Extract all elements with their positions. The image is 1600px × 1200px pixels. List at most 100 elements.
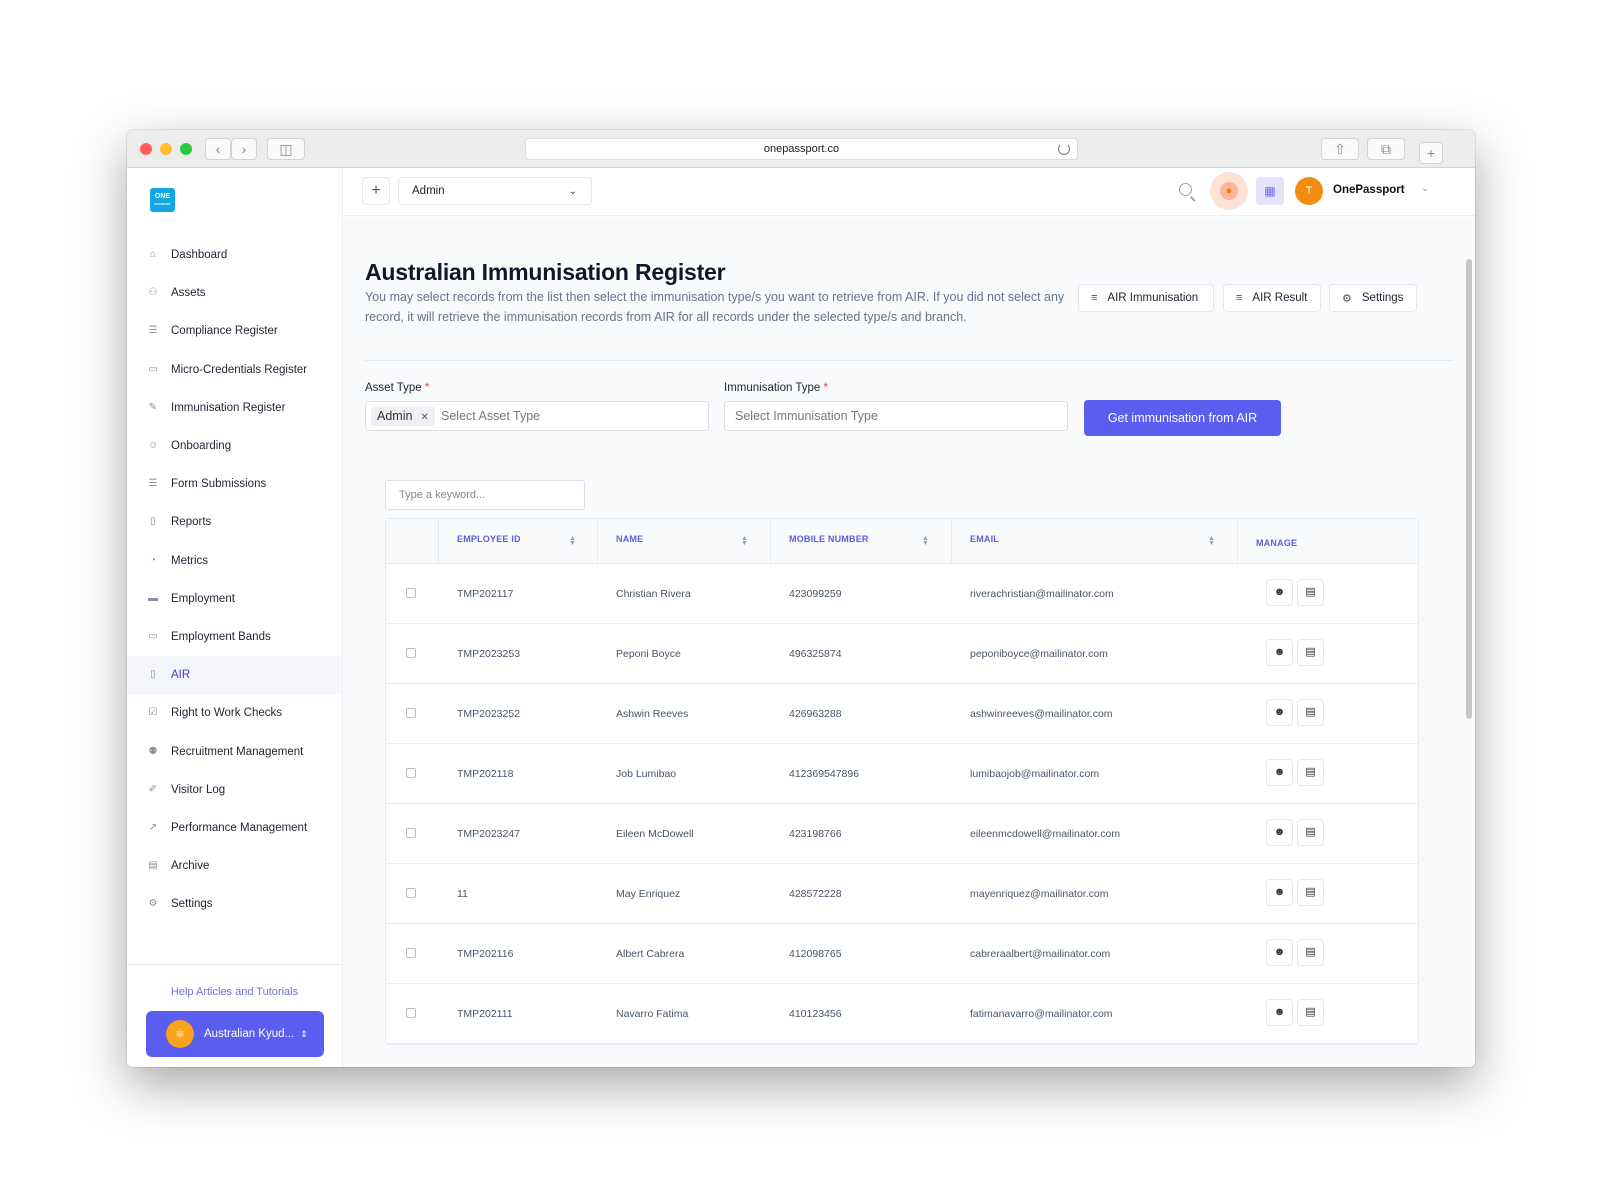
col-mobile-number[interactable]: MOBILE NUMBER <box>789 519 869 564</box>
row-checkbox[interactable] <box>406 648 416 658</box>
sidebar-item-dashboard[interactable]: ⌂ Dashboard <box>127 236 342 274</box>
view-profile-icon[interactable]: ☻ <box>1266 819 1293 846</box>
tabs-icon[interactable]: ⧉ <box>1367 138 1405 160</box>
row-checkbox[interactable] <box>406 948 416 958</box>
row-checkbox[interactable] <box>406 768 416 778</box>
back-button[interactable]: ‹ <box>205 138 231 160</box>
add-button[interactable]: + <box>362 177 390 205</box>
sidebar-item-right-to-work-checks[interactable]: ☑ Right to Work Checks <box>127 694 342 732</box>
minimize-window-button[interactable] <box>160 143 172 155</box>
row-checkbox[interactable] <box>406 828 416 838</box>
col-name[interactable]: NAME <box>616 519 643 564</box>
share-icon[interactable]: ⇧ <box>1321 138 1359 160</box>
sidebar-item-archive[interactable]: ▤ Archive <box>127 847 342 885</box>
new-tab-icon[interactable]: + <box>1419 142 1443 164</box>
document-icon[interactable]: ▤ <box>1297 819 1324 846</box>
sidebar-item-metrics[interactable]: ◔ Metrics <box>127 542 342 580</box>
name-cell: Job Lumibao <box>616 768 677 780</box>
search-icon[interactable] <box>1179 183 1192 196</box>
col-email[interactable]: EMAIL <box>970 519 999 564</box>
remove-chip-icon[interactable]: ✕ <box>420 412 428 423</box>
sidebar-item-label: Onboarding <box>171 440 232 453</box>
organisation-switcher[interactable]: ⚛ Australian Kyud... ⇕ <box>146 1011 324 1057</box>
table-row[interactable]: TMP2023253 Peponi Boyce 496325874 peponiboy… <box>386 624 1418 684</box>
view-profile-icon[interactable]: ☻ <box>1266 759 1293 786</box>
settings-label: Settings <box>1361 292 1404 304</box>
table-row[interactable]: TMP2023247 Eileen McDowell 423198766 eileen… <box>386 804 1418 864</box>
apps-grid-icon[interactable]: ▦ <box>1256 177 1284 205</box>
row-checkbox[interactable] <box>406 1008 416 1018</box>
sidebar-item-air[interactable]: ▯ AIR <box>127 656 342 695</box>
maximize-window-button[interactable] <box>180 143 192 155</box>
table-row[interactable]: TMP202118 Job Lumibao 412369547896 lumibaoj… <box>386 744 1418 804</box>
onepassport-logo[interactable]: ONE PASSPORT <box>150 188 175 212</box>
sort-icon[interactable]: ▲ ▼ <box>922 535 929 547</box>
sidebar-item-reports[interactable]: ▯ Reports <box>127 503 342 541</box>
row-checkbox[interactable] <box>406 708 416 718</box>
view-profile-icon[interactable]: ☻ <box>1266 699 1293 726</box>
view-profile-icon[interactable]: ☻ <box>1266 999 1293 1026</box>
page-scrollbar[interactable] <box>1466 259 1472 719</box>
sidebar-item-employment-bands[interactable]: ▭ Employment Bands <box>127 618 342 656</box>
row-checkbox[interactable] <box>406 888 416 898</box>
chevron-down-icon[interactable]: ⌄ <box>1421 183 1429 194</box>
view-profile-icon[interactable]: ☻ <box>1266 879 1293 906</box>
table-row[interactable]: TMP202117 Christian Rivera 423099259 rivera… <box>386 564 1418 624</box>
air-result-button[interactable]: ≡ AIR Result <box>1223 284 1321 312</box>
document-icon[interactable]: ▤ <box>1297 579 1324 606</box>
sidebar-item-onboarding[interactable]: ☺ Onboarding <box>127 427 342 465</box>
settings-button[interactable]: ⚙ Settings <box>1329 284 1417 312</box>
view-profile-icon[interactable]: ☻ <box>1266 639 1293 666</box>
sidebar-item-assets[interactable]: ⚇ Assets <box>127 274 342 312</box>
sidebar-item-label: Form Submissions <box>171 478 267 491</box>
sidebar-item-immunisation-register[interactable]: ✎ Immunisation Register <box>127 389 342 427</box>
table-row[interactable]: TMP202116 Albert Cabrera 412098765 cabreraa… <box>386 924 1418 984</box>
asset-type-select[interactable]: Admin ✕ Select Asset Type <box>365 401 709 431</box>
immunisation-type-select[interactable]: Select Immunisation Type <box>724 401 1068 431</box>
reload-icon[interactable] <box>1058 143 1070 155</box>
document-icon[interactable]: ▤ <box>1297 699 1324 726</box>
sidebar-item-label: Employment Bands <box>171 630 271 643</box>
address-bar[interactable]: onepassport.co <box>525 138 1078 160</box>
table-row[interactable]: 11 May Enriquez 428572228 mayenriquez@maili… <box>386 864 1418 924</box>
document-icon[interactable]: ▤ <box>1297 999 1324 1026</box>
air-immunisation-button[interactable]: ≡ AIR Immunisation <box>1078 284 1214 312</box>
sidebar-item-recruitment-management[interactable]: ⚉ Recruitment Management <box>127 732 342 770</box>
forward-button[interactable]: › <box>231 138 257 160</box>
sidebar-toggle-icon[interactable]: ◫ <box>267 138 305 160</box>
view-profile-icon[interactable]: ☻ <box>1266 939 1293 966</box>
sort-icon[interactable]: ▲ ▼ <box>1208 535 1215 547</box>
table-row[interactable]: TMP2023252 Ashwin Reeves 426963288 ashwinre… <box>386 684 1418 744</box>
email-cell: riverachristian@mailinator.com <box>970 588 1114 600</box>
sidebar-item-label: Archive <box>171 860 210 873</box>
chevron-updown-icon: ⇕ <box>300 1028 308 1039</box>
sidebar-item-visitor-log[interactable]: ✐ Visitor Log <box>127 771 342 809</box>
organisation-name: Australian Kyud... <box>204 1028 295 1040</box>
sidebar-item-form-submissions[interactable]: ☰ Form Submissions <box>127 465 342 503</box>
document-icon[interactable]: ▤ <box>1297 639 1324 666</box>
document-icon[interactable]: ▤ <box>1297 879 1324 906</box>
notifications-button[interactable]: ● <box>1210 172 1248 210</box>
sort-icon[interactable]: ▲ ▼ <box>741 535 748 547</box>
close-window-button[interactable] <box>140 143 152 155</box>
row-checkbox[interactable] <box>406 588 416 598</box>
sidebar-item-compliance-register[interactable]: ☰ Compliance Register <box>127 312 342 350</box>
table-row[interactable]: TMP202111 Navarro Fatima 410123456 fatimana… <box>386 984 1418 1044</box>
view-profile-icon[interactable]: ☻ <box>1266 579 1293 606</box>
col-employee-id[interactable]: EMPLOYEE ID <box>457 519 521 564</box>
keyword-search-input[interactable]: Type a keyword... <box>385 480 585 510</box>
role-selector[interactable]: Admin ⌄ <box>398 177 592 205</box>
chip-label: Admin <box>377 409 413 423</box>
document-icon[interactable]: ▤ <box>1297 939 1324 966</box>
document-icon[interactable]: ▤ <box>1297 759 1324 786</box>
sidebar-item-micro-credentials-register[interactable]: ▭ Micro-Credentials Register <box>127 351 342 389</box>
sidebar-item-settings[interactable]: ⚙ Settings <box>127 885 342 923</box>
sidebar-item-performance-management[interactable]: ↗ Performance Management <box>127 809 342 847</box>
user-name[interactable]: OnePassport <box>1333 184 1405 196</box>
get-immunisation-button[interactable]: Get immunisation from AIR <box>1084 400 1281 436</box>
sidebar-item-employment[interactable]: ▬ Employment <box>127 580 342 618</box>
mobile-cell: 426963288 <box>789 708 842 720</box>
sort-icon[interactable]: ▲ ▼ <box>569 535 576 547</box>
user-avatar[interactable]: T <box>1295 177 1323 205</box>
help-articles-link[interactable]: Help Articles and Tutorials <box>127 986 342 998</box>
